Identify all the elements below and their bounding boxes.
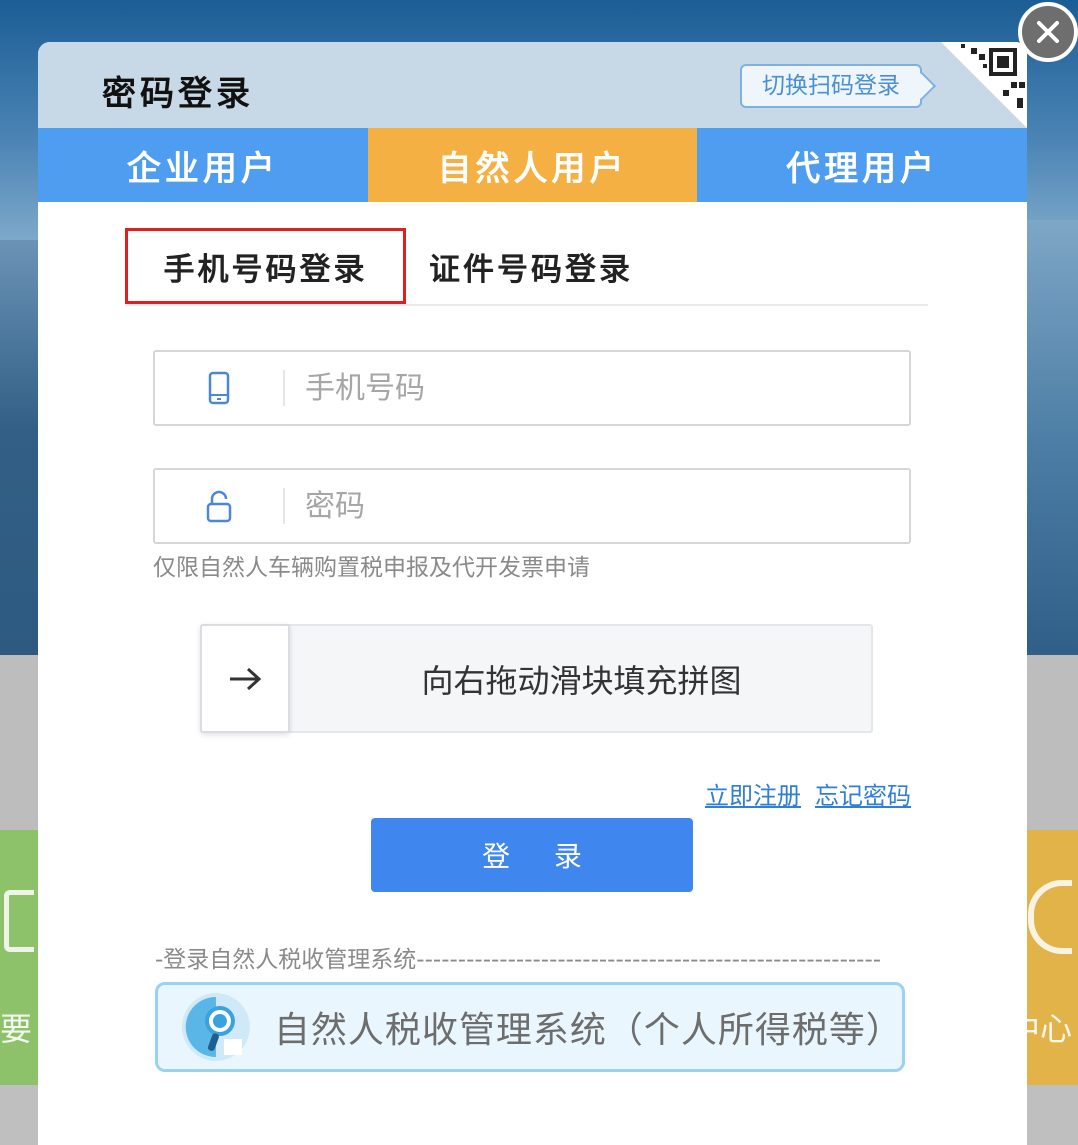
- tab-id-login[interactable]: 证件号码登录: [429, 228, 633, 304]
- forgot-password-link[interactable]: 忘记密码: [815, 776, 911, 811]
- background-mountain-right: [1018, 220, 1078, 660]
- background-tile-text-left: 要: [0, 1010, 33, 1048]
- close-dialog-button[interactable]: [1018, 2, 1078, 62]
- usage-note: 仅限自然人车辆购置税申报及代开发票申请: [153, 555, 590, 581]
- tax-system-button[interactable]: 自然人税收管理系统（个人所得税等）: [155, 982, 905, 1072]
- login-dialog: 密码登录 切换扫码登录 企业用户 自然人用户 代理用户 手机号码登录 证件号码登…: [38, 42, 1027, 1145]
- tab-enterprise-user[interactable]: 企业用户: [38, 128, 368, 202]
- slider-handle[interactable]: [200, 624, 290, 733]
- switch-qr-login-button[interactable]: 切换扫码登录: [740, 64, 922, 108]
- slider-captcha[interactable]: 向右拖动滑块填充拼图: [200, 624, 873, 733]
- password-field[interactable]: [153, 468, 911, 544]
- password-input[interactable]: [285, 470, 909, 542]
- lock-icon: [155, 470, 283, 542]
- login-method-tabs: 手机号码登录 证件号码登录: [125, 228, 928, 306]
- login-button[interactable]: 登 录: [371, 818, 693, 892]
- close-icon: [1037, 21, 1059, 43]
- tax-system-logo-icon: [181, 993, 250, 1061]
- register-link[interactable]: 立即注册: [705, 776, 801, 811]
- qr-code-corner-icon[interactable]: [941, 42, 1027, 128]
- tab-natural-person-user[interactable]: 自然人用户: [367, 128, 698, 202]
- tab-agent-user[interactable]: 代理用户: [697, 128, 1027, 202]
- tax-system-label: 自然人税收管理系统（个人所得税等）: [273, 1010, 903, 1051]
- mobile-phone-icon: [155, 352, 283, 424]
- user-type-tabs: 企业用户 自然人用户 代理用户: [38, 128, 1027, 202]
- phone-field[interactable]: [153, 350, 911, 426]
- background-phone-icon: [4, 890, 34, 952]
- phone-input[interactable]: [285, 352, 909, 424]
- dialog-title: 密码登录: [102, 74, 254, 114]
- account-links: 立即注册 忘记密码: [705, 776, 911, 811]
- tab-phone-login[interactable]: 手机号码登录: [125, 228, 406, 304]
- dialog-header: 密码登录 切换扫码登录: [38, 42, 1027, 128]
- slider-instruction: 向右拖动滑块填充拼图: [421, 661, 742, 700]
- arrow-right-icon: [230, 667, 262, 690]
- system-divider-label: -登录自然人税收管理系统----------------------------…: [155, 947, 882, 972]
